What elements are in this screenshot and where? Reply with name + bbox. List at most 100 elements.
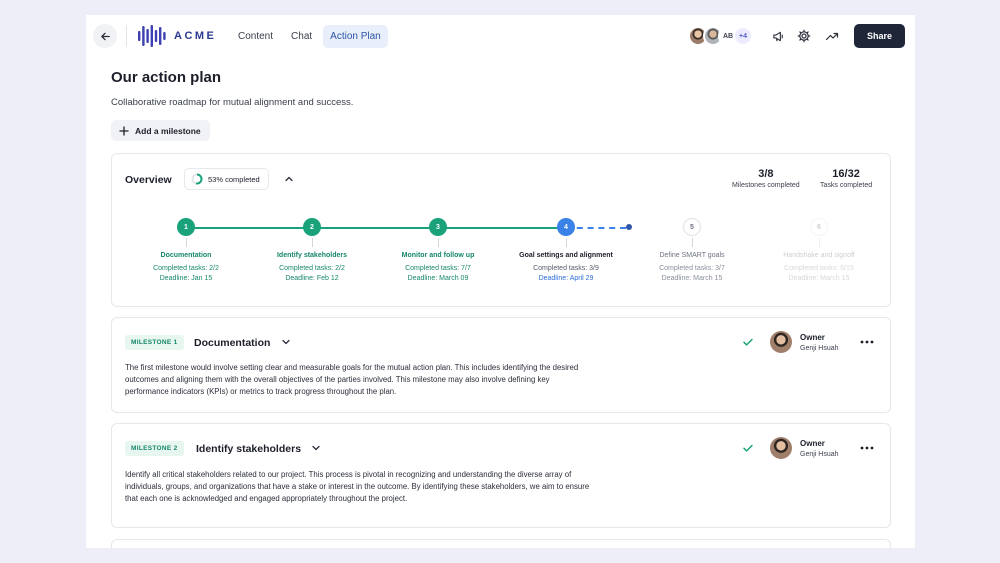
step-number: 2: [303, 218, 321, 236]
owner-label: Owner: [800, 333, 825, 342]
step-connector: [437, 238, 439, 247]
step-name: Documentation: [160, 252, 212, 259]
arrow-left-icon: [100, 32, 110, 40]
app-window: ACME Content Chat Action Plan AB +4 Shar…: [86, 15, 915, 548]
gear-icon: [797, 29, 811, 43]
milestone-card[interactable]: MILESTONE 2 Identify stakeholders Owner …: [111, 423, 891, 528]
step-deadline: Deadline: March 15: [788, 275, 850, 282]
trend-up-icon: [825, 32, 839, 41]
step-name: Define SMART goals: [659, 252, 725, 259]
more-horizontal-icon: [860, 340, 874, 344]
timeline-step[interactable]: 2 Identify stakeholders Completed tasks: 2…: [242, 218, 382, 284]
announcements-button[interactable]: [770, 28, 786, 44]
step-connector: [311, 238, 313, 247]
timeline-step[interactable]: 6 Handshake and signoff Completed tasks: 6…: [749, 218, 889, 284]
milestone-badge: MILESTONE 1: [125, 335, 184, 350]
step-number: 3: [429, 218, 447, 236]
milestone-card[interactable]: MILESTONE 1 Documentation Owner Genji Hs…: [111, 317, 891, 413]
chevron-down-icon: [312, 445, 320, 451]
step-tasks: Completed tasks: 3/7: [659, 265, 725, 272]
step-deadline: Deadline: Jan 15: [159, 275, 213, 282]
milestones-label: Milestones completed: [732, 182, 800, 189]
settings-button[interactable]: [796, 28, 812, 44]
step-meta: Completed tasks: 2/2 Deadline: Feb 12: [242, 264, 382, 284]
step-meta: Completed tasks: 2/2 Deadline: Jan 15: [116, 264, 256, 284]
overview-card: 1 Documentation Completed tasks: 2/2 Deadli…: [111, 153, 891, 307]
step-name: Monitor and follow up: [401, 252, 475, 259]
more-options-button[interactable]: [859, 335, 875, 349]
milestones-stat: 3/8 Milestones completed: [732, 168, 800, 189]
collaborator-avatars[interactable]: AB +4: [688, 26, 753, 46]
plus-icon: [119, 125, 129, 136]
step-meta: Completed tasks: 3/7 Deadline: March 15: [622, 264, 762, 284]
progress-ring: [191, 173, 203, 185]
step-number: 5: [683, 218, 701, 236]
chevron-up-icon: [285, 176, 293, 182]
logo-text: ACME: [174, 30, 217, 42]
milestones-value: 3/8: [758, 168, 774, 180]
step-name: Handshake and signoff: [783, 252, 855, 259]
milestone-title: Identify stakeholders: [196, 443, 302, 455]
progress-label: 53% completed: [208, 174, 260, 184]
step-number: 4: [557, 218, 575, 236]
chevron-down-icon: [282, 339, 290, 345]
milestone-description: Identify all critical stakeholders relat…: [125, 470, 590, 503]
step-meta: Completed tasks: 7/7 Deadline: March 09: [368, 264, 508, 284]
back-button[interactable]: [93, 24, 117, 48]
step-deadline: Deadline: March 15: [661, 275, 723, 282]
page-title: Our action plan: [111, 69, 222, 86]
tab-action-plan[interactable]: Action Plan: [323, 25, 388, 48]
step-deadline: Deadline: April 29: [538, 275, 594, 282]
progress-pill: 53% completed: [184, 168, 269, 190]
collapse-overview-button[interactable]: [282, 172, 296, 186]
step-number: 6: [810, 218, 828, 236]
tab-chat[interactable]: Chat: [284, 25, 319, 48]
owner-name: Genji Hsuah: [800, 345, 839, 352]
timeline-step[interactable]: 5 Define SMART goals Completed tasks: 3/7 D…: [622, 218, 762, 284]
expand-milestone-button[interactable]: [280, 336, 292, 348]
page-subtitle: Collaborative roadmap for mutual alignme…: [111, 97, 354, 108]
megaphone-icon: [772, 31, 783, 41]
timeline-step[interactable]: 1 Documentation Completed tasks: 2/2 Deadli…: [116, 218, 256, 284]
tasks-stat: 16/32 Tasks completed: [820, 168, 872, 189]
step-deadline: Deadline: Feb 12: [285, 275, 339, 282]
overview-title: Overview: [125, 174, 172, 186]
main-nav: Content Chat Action Plan: [231, 25, 388, 48]
owner-label: Owner: [800, 439, 825, 448]
timeline-step[interactable]: 3 Monitor and follow up Completed tasks: 7…: [368, 218, 508, 284]
step-connector: [818, 238, 820, 247]
divider: [126, 25, 127, 47]
add-milestone-button[interactable]: Add a milestone: [111, 120, 210, 141]
milestone-card[interactable]: [111, 539, 891, 548]
add-milestone-label: Add a milestone: [135, 125, 201, 136]
tasks-value: 16/32: [832, 168, 860, 180]
step-number: 1: [177, 218, 195, 236]
tab-content[interactable]: Content: [231, 25, 280, 48]
top-bar: ACME Content Chat Action Plan AB +4 Shar…: [86, 15, 915, 59]
expand-milestone-button[interactable]: [310, 442, 322, 454]
tasks-label: Tasks completed: [820, 182, 873, 189]
more-horizontal-icon: [860, 446, 874, 450]
owner-name: Genji Hsuah: [800, 451, 839, 458]
step-name: Goal settings and alignment: [519, 252, 613, 259]
owner-avatar: [770, 437, 792, 459]
check-icon: [743, 444, 753, 452]
share-button[interactable]: Share: [854, 24, 905, 48]
more-options-button[interactable]: [859, 441, 875, 455]
step-deadline: Deadline: March 09: [407, 275, 469, 282]
step-tasks: Completed tasks: 6/15: [784, 265, 854, 272]
step-tasks: Completed tasks: 2/2: [153, 265, 219, 272]
step-tasks: Completed tasks: 3/9: [533, 265, 599, 272]
logo-mark-icon: [138, 25, 166, 47]
logo[interactable]: ACME: [138, 25, 216, 47]
step-connector: [565, 238, 567, 247]
timeline-step[interactable]: 4 Goal settings and alignment Completed ta…: [496, 218, 636, 284]
owner-avatar: [770, 331, 792, 353]
avatar-more-count: +4: [733, 26, 753, 46]
step-connector: [185, 238, 187, 247]
milestone-title: Documentation: [194, 337, 271, 349]
step-name: Identify stakeholders: [276, 252, 348, 259]
step-meta: Completed tasks: 3/9 Deadline: April 29: [496, 264, 636, 284]
analytics-button[interactable]: [824, 28, 840, 44]
milestone-description: The first milestone would involve settin…: [125, 363, 579, 396]
